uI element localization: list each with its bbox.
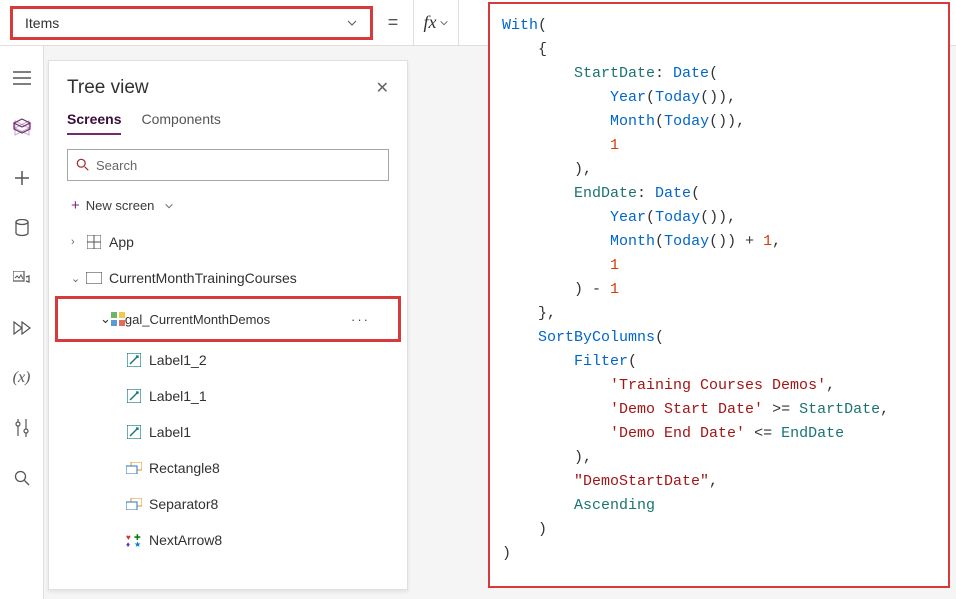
equals-sign: = <box>373 12 413 33</box>
tree-item-label: Label1 <box>149 424 191 440</box>
icon-control-icon: ♥✚♦★ <box>125 533 143 547</box>
tree-item-label: Label1_1 <box>149 388 207 404</box>
tree-item-label: Separator8 <box>149 496 218 512</box>
tree-view-panel: Tree view ✕ Screens Components Search + … <box>48 60 408 590</box>
chevron-right-icon: › <box>71 236 85 248</box>
fx-label: fx <box>424 12 437 33</box>
search-icon <box>76 158 90 172</box>
tree-item-label: App <box>109 234 134 250</box>
tree-item-label: CurrentMonthTrainingCourses <box>109 270 297 286</box>
variables-icon[interactable]: (x) <box>10 366 34 390</box>
insert-icon[interactable] <box>10 166 34 190</box>
chevron-down-icon: ⌄ <box>100 311 111 327</box>
screen-icon <box>85 272 103 284</box>
left-rail: (x) <box>0 46 44 599</box>
tree-item-label: NextArrow8 <box>149 532 222 548</box>
app-icon <box>85 235 103 249</box>
plus-icon: + <box>71 197 80 214</box>
search-placeholder: Search <box>96 158 137 173</box>
power-automate-icon[interactable] <box>10 316 34 340</box>
tab-screens[interactable]: Screens <box>67 111 121 135</box>
svg-text:♦: ♦ <box>126 540 130 547</box>
data-icon[interactable] <box>10 216 34 240</box>
formula-editor[interactable]: With( { StartDate: Date( Year(Today()), … <box>488 2 950 588</box>
advanced-tools-icon[interactable] <box>10 416 34 440</box>
more-icon[interactable]: ··· <box>351 312 398 327</box>
rectangle-icon <box>125 498 143 510</box>
label-icon <box>125 425 143 439</box>
fx-button[interactable]: fx <box>413 0 459 45</box>
gallery-icon <box>111 312 125 326</box>
tree-item-nextarrow[interactable]: ♥✚♦★ NextArrow8 <box>49 522 407 558</box>
tree-item-gallery-highlighted: ⌄ gal_CurrentMonthDemos ··· <box>55 296 401 342</box>
tree-title: Tree view <box>67 77 149 99</box>
chevron-down-icon <box>439 18 449 28</box>
chevron-down-icon: ⌄ <box>71 272 85 285</box>
tree-item-rectangle[interactable]: Rectangle8 <box>49 450 407 486</box>
tree-item-label: Label1_2 <box>149 352 207 368</box>
search-icon[interactable] <box>10 466 34 490</box>
hamburger-icon[interactable] <box>10 66 34 90</box>
tree-item-separator[interactable]: Separator8 <box>49 486 407 522</box>
label-icon <box>125 389 143 403</box>
property-label: Items <box>25 15 59 31</box>
tree-item-app[interactable]: › App <box>49 224 407 260</box>
tree-view-icon[interactable] <box>10 116 34 140</box>
close-icon[interactable]: ✕ <box>376 78 389 98</box>
chevron-down-icon <box>164 201 174 211</box>
tree-item-label-control[interactable]: Label1_2 <box>49 342 407 378</box>
svg-text:★: ★ <box>134 540 141 547</box>
tree-item-label: gal_CurrentMonthDemos <box>125 312 270 327</box>
search-input[interactable]: Search <box>67 149 389 181</box>
media-icon[interactable] <box>10 266 34 290</box>
label-icon <box>125 353 143 367</box>
rectangle-icon <box>125 462 143 474</box>
tree-item-label-control[interactable]: Label1 <box>49 414 407 450</box>
chevron-down-icon <box>346 17 358 29</box>
new-screen-button[interactable]: + New screen <box>49 191 407 224</box>
tree-item-screen[interactable]: ⌄ CurrentMonthTrainingCourses <box>49 260 407 296</box>
tree-item-label-control[interactable]: Label1_1 <box>49 378 407 414</box>
tab-components[interactable]: Components <box>141 111 220 135</box>
property-dropdown[interactable]: Items <box>10 6 373 40</box>
tree-item-label: Rectangle8 <box>149 460 220 476</box>
tree-item-gallery[interactable]: ⌄ gal_CurrentMonthDemos <box>58 299 351 339</box>
new-screen-label: New screen <box>86 198 155 213</box>
